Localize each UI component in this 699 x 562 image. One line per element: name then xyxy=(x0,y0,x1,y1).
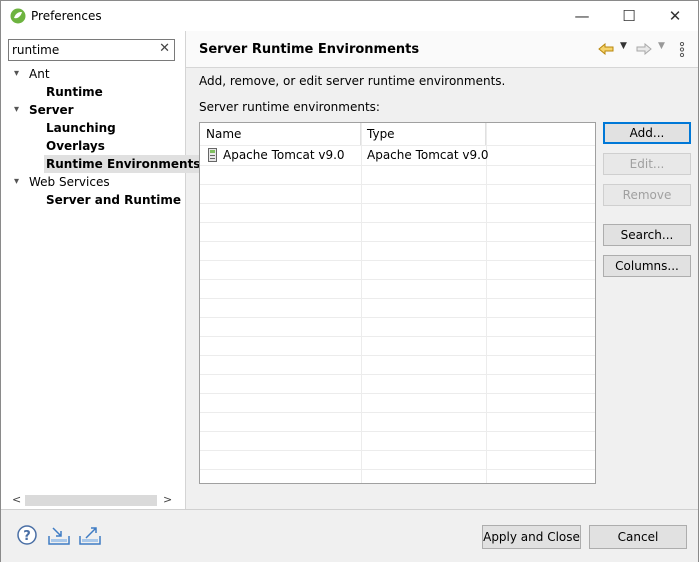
import-icon[interactable] xyxy=(47,526,71,546)
tree-item-overlays[interactable]: Overlays xyxy=(46,137,105,155)
apply-and-close-button[interactable]: Apply and Close xyxy=(482,525,581,549)
scroll-left-icon[interactable]: < xyxy=(12,493,21,506)
view-menu-icon[interactable] xyxy=(679,42,685,57)
spring-logo-icon xyxy=(10,8,26,24)
page-description: Add, remove, or edit server runtime envi… xyxy=(199,74,506,88)
title-bar: Preferences — ☐ ✕ xyxy=(1,1,698,31)
tree-item-ant[interactable]: Ant xyxy=(29,65,50,83)
tree-item-server-and-runtime[interactable]: Server and Runtime xyxy=(46,191,181,209)
search-button[interactable]: Search... xyxy=(603,224,691,246)
column-header-name[interactable]: Name xyxy=(200,123,361,145)
horizontal-scrollbar[interactable]: < > xyxy=(9,493,177,507)
forward-dropdown-icon[interactable]: ▼ xyxy=(658,41,665,51)
runtime-name-cell: Apache Tomcat v9.0 xyxy=(223,148,345,162)
scroll-right-icon[interactable]: > xyxy=(163,493,172,506)
tree-item-launching[interactable]: Launching xyxy=(46,119,116,137)
maximize-button[interactable]: ☐ xyxy=(606,1,652,31)
tree-item-web-services[interactable]: Web Services xyxy=(29,173,110,191)
column-header-type[interactable]: Type xyxy=(361,123,486,145)
left-panel: ✕ ▾ Ant Runtime ▾ Server Launching Overl… xyxy=(1,31,203,509)
runtime-type-cell: Apache Tomcat v9.0 xyxy=(367,148,489,162)
minimize-button[interactable]: — xyxy=(559,1,605,31)
server-runtime-icon xyxy=(208,148,217,162)
scrollbar-thumb[interactable] xyxy=(25,495,157,506)
runtime-table[interactable]: Name Type Apache Tomcat v9.0 Apache Tomc… xyxy=(199,122,596,484)
filter-field[interactable]: ✕ xyxy=(8,39,175,61)
tree-item-runtime-environments[interactable]: Runtime Environments xyxy=(44,155,203,173)
forward-arrow-icon[interactable] xyxy=(636,43,652,55)
preferences-window: Preferences — ☐ ✕ ✕ ▾ Ant Runtime ▾ Serv… xyxy=(0,0,699,562)
minimize-icon: — xyxy=(574,7,590,25)
cancel-button[interactable]: Cancel xyxy=(589,525,687,549)
svg-text:?: ? xyxy=(23,529,31,544)
help-icon[interactable]: ? xyxy=(17,525,37,545)
back-dropdown-icon[interactable]: ▼ xyxy=(620,41,627,51)
remove-button[interactable]: Remove xyxy=(603,184,691,206)
close-button[interactable]: ✕ xyxy=(652,1,698,31)
tree-item-ant-runtime[interactable]: Runtime xyxy=(46,83,103,101)
close-icon: ✕ xyxy=(668,7,682,25)
table-label: Server runtime environments: xyxy=(199,100,380,114)
export-icon[interactable] xyxy=(78,526,102,546)
filter-input[interactable] xyxy=(12,41,152,58)
tree-item-server[interactable]: Server xyxy=(29,101,74,119)
preference-page: Server Runtime Environments ▼ ▼ Add, rem… xyxy=(186,31,698,509)
edit-button[interactable]: Edit... xyxy=(603,153,691,175)
back-arrow-icon[interactable] xyxy=(598,43,614,55)
maximize-icon: ☐ xyxy=(622,7,636,25)
expand-chevron-icon[interactable]: ▾ xyxy=(14,101,24,119)
columns-button[interactable]: Columns... xyxy=(603,255,691,277)
dialog-footer: ? Apply and Close Cancel xyxy=(1,509,698,562)
expand-chevron-icon[interactable]: ▾ xyxy=(14,173,24,191)
window-title: Preferences xyxy=(31,9,102,23)
page-header: Server Runtime Environments ▼ ▼ xyxy=(186,31,698,68)
page-title: Server Runtime Environments xyxy=(199,42,420,57)
add-button[interactable]: Add... xyxy=(603,122,691,144)
expand-chevron-icon[interactable]: ▾ xyxy=(14,65,24,83)
clear-filter-icon[interactable]: ✕ xyxy=(159,41,170,56)
